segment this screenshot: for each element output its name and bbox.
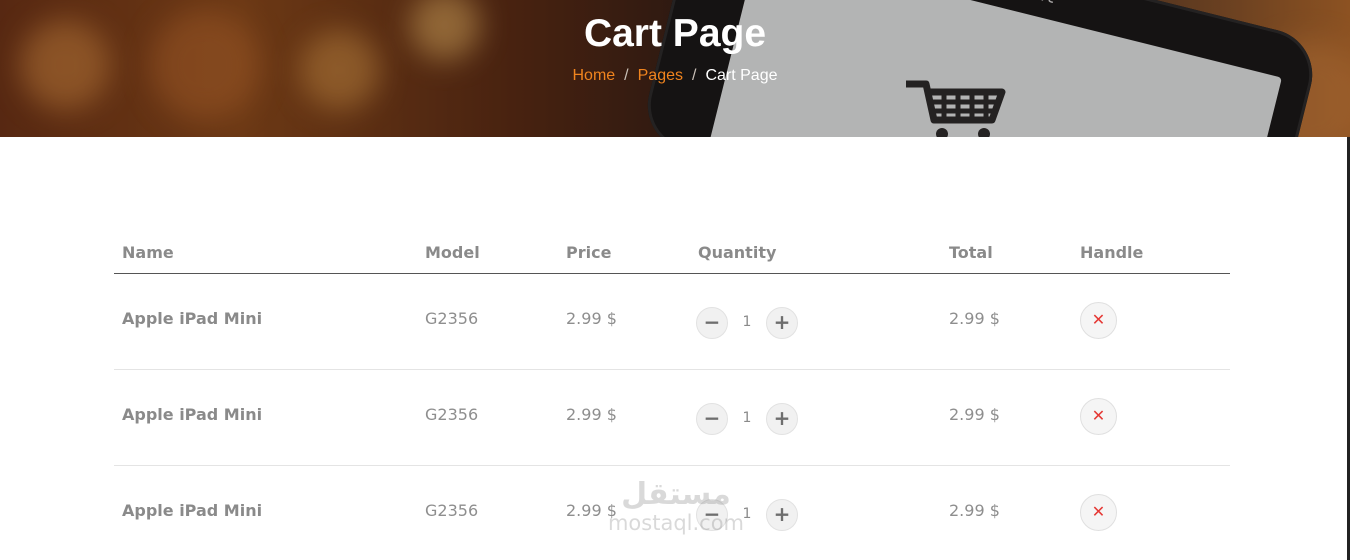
mostaql-watermark: مستقل mostaql.com [600,477,752,535]
increase-quantity-button[interactable]: + [766,499,798,531]
product-name: Apple iPad Mini [122,501,263,520]
product-model: G2356 [425,309,479,328]
column-header-handle: Handle [1080,243,1144,262]
breadcrumb-separator: / [624,67,629,84]
table-row: Apple iPad Mini G2356 2.99 $ − 1 + 2.99 … [114,274,1230,370]
column-header-model: Model [425,243,480,262]
product-model: G2356 [425,405,479,424]
remove-item-button[interactable]: ✕ [1080,398,1117,435]
breadcrumb-separator: / [692,67,697,84]
column-header-name: Name [122,243,174,262]
page-title: Cart Page [583,12,767,55]
product-price: 2.99 $ [566,405,617,424]
quantity-stepper: − 1 + [696,307,798,339]
product-price: 2.99 $ [566,309,617,328]
product-model: G2356 [425,501,479,520]
product-total: 2.99 $ [949,309,1000,328]
product-total: 2.99 $ [949,405,1000,424]
breadcrumb: Home / Pages / Cart Page [0,67,1350,85]
product-total: 2.99 $ [949,501,1000,520]
quantity-value[interactable]: 1 [728,410,766,426]
remove-item-button[interactable]: ✕ [1080,494,1117,531]
watermark-arabic-text: مستقل [621,477,731,512]
quantity-stepper: − 1 + [696,403,798,435]
column-header-price: Price [566,243,612,262]
watermark-latin-text: mostaql.com [607,511,745,535]
breadcrumb-home-link[interactable]: Home [572,67,615,84]
product-name: Apple iPad Mini [122,405,263,424]
breadcrumb-pages-link[interactable]: Pages [638,67,683,84]
remove-item-button[interactable]: ✕ [1080,302,1117,339]
decrease-quantity-button[interactable]: − [696,307,728,339]
increase-quantity-button[interactable]: + [766,307,798,339]
page-hero-banner: Microsoft Cart Page Home/Pages/Cart Page [0,0,1350,137]
cart-table-header: Name Model Price Quantity Total Handle [114,233,1230,274]
product-name: Apple iPad Mini [122,309,263,328]
breadcrumb-current: Cart Page [705,67,778,84]
table-row: Apple iPad Mini G2356 2.99 $ − 1 + 2.99 … [114,370,1230,466]
decrease-quantity-button[interactable]: − [696,403,728,435]
column-header-quantity: Quantity [698,243,777,262]
increase-quantity-button[interactable]: + [766,403,798,435]
column-header-total: Total [949,243,993,262]
quantity-value[interactable]: 1 [728,314,766,330]
